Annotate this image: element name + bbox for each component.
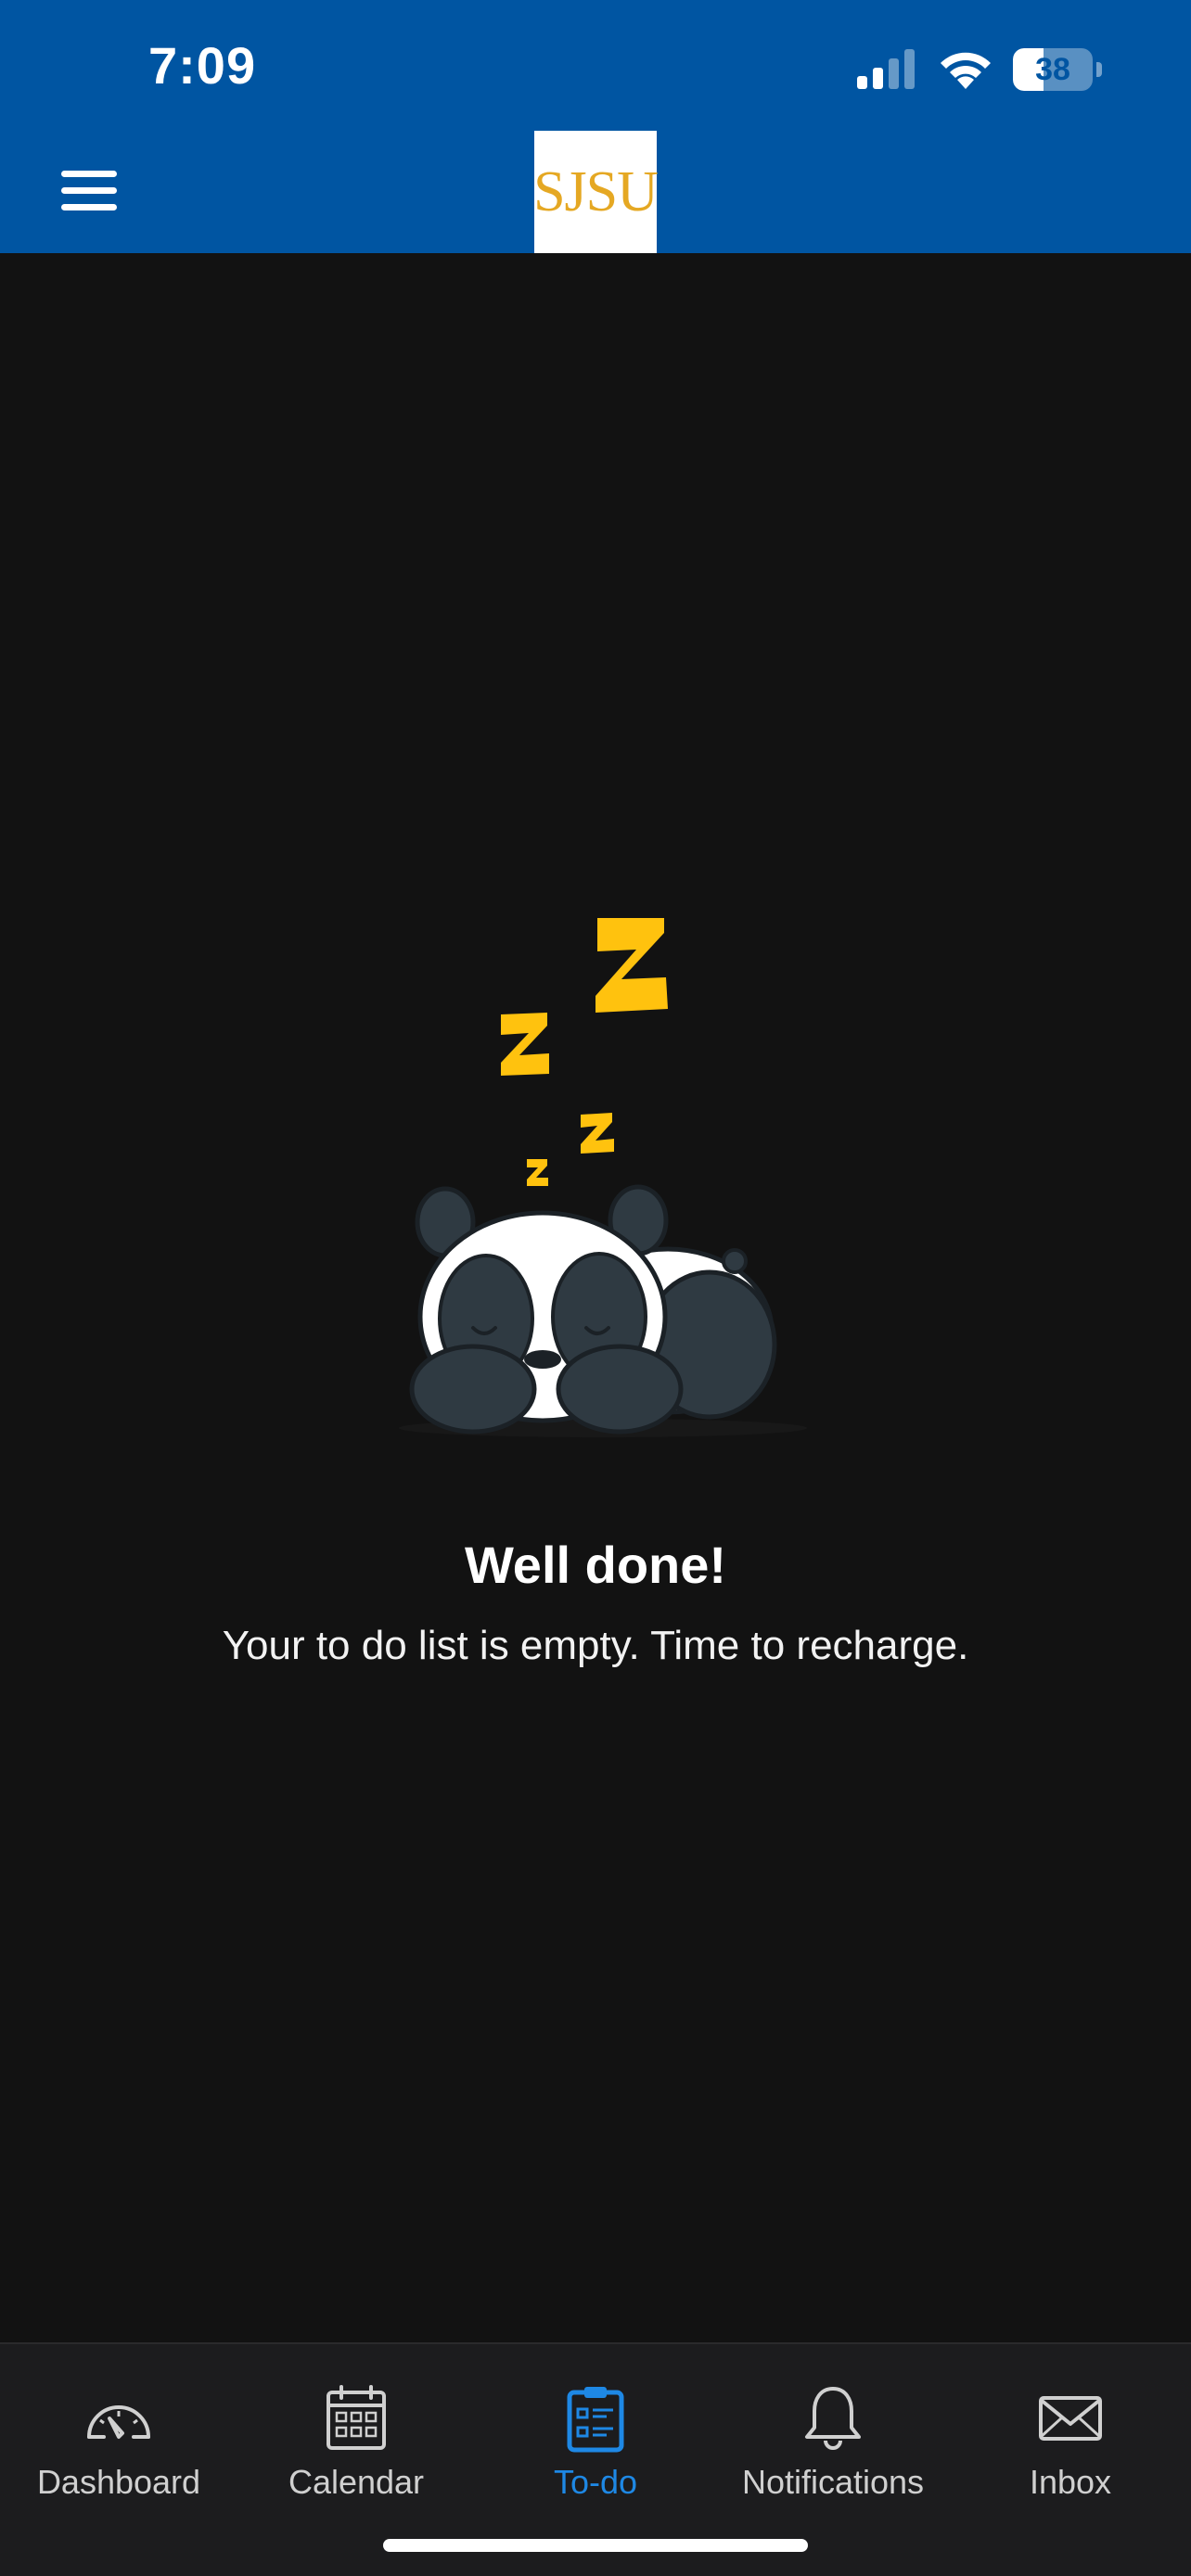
z-letter-tiny bbox=[527, 1159, 548, 1186]
tab-label: Inbox bbox=[1029, 2463, 1112, 2501]
home-indicator[interactable] bbox=[383, 2539, 808, 2552]
battery-indicator: 38 bbox=[1013, 48, 1106, 91]
tab-calendar[interactable]: Calendar bbox=[237, 2363, 475, 2520]
app-header: 7:09 38 SJSU bbox=[0, 0, 1191, 253]
hamburger-menu-icon[interactable] bbox=[56, 165, 122, 217]
tab-notifications[interactable]: Notifications bbox=[714, 2363, 952, 2520]
tab-label: Dashboard bbox=[36, 2463, 201, 2501]
sjsu-logo: SJSU bbox=[533, 131, 659, 253]
clipboard-checklist-icon bbox=[567, 2387, 624, 2453]
dashboard-gauge-icon bbox=[87, 2405, 150, 2439]
sleeping-panda-illustration bbox=[399, 918, 807, 1437]
tab-label: Calendar bbox=[288, 2463, 425, 2501]
status-bar-time: 7:09 bbox=[148, 36, 257, 95]
tab-inbox[interactable]: Inbox bbox=[952, 2363, 1189, 2520]
battery-level-text: 38 bbox=[1035, 52, 1070, 87]
tab-todo[interactable]: To-do bbox=[477, 2363, 714, 2520]
z-letter-small bbox=[581, 1113, 614, 1154]
tab-label: Notifications bbox=[741, 2463, 925, 2501]
empty-state-subtitle: Your to do list is empty. Time to rechar… bbox=[222, 1623, 969, 1668]
todo-screen: 7:09 38 SJSU Well done! Your to do list … bbox=[0, 0, 1191, 2576]
z-letter-medium bbox=[501, 1013, 549, 1076]
bell-icon bbox=[805, 2387, 861, 2450]
calendar-icon bbox=[327, 2385, 386, 2450]
cellular-signal-icon bbox=[857, 49, 915, 89]
logo-text: SJSU bbox=[533, 159, 659, 223]
wifi-icon bbox=[941, 52, 991, 89]
tab-label: To-do bbox=[553, 2463, 638, 2501]
z-letter-large bbox=[596, 918, 668, 1013]
empty-state-title: Well done! bbox=[464, 1536, 727, 1594]
tab-dashboard[interactable]: Dashboard bbox=[0, 2363, 237, 2520]
envelope-icon bbox=[1039, 2396, 1102, 2441]
